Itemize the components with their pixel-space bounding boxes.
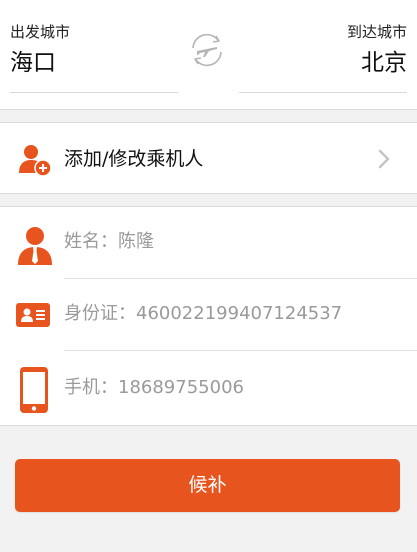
arrival-city[interactable]: 北京 [237, 48, 407, 78]
departure-underline [10, 92, 178, 93]
phone-icon [20, 367, 48, 413]
swap-cities-button[interactable] [187, 30, 227, 70]
chevron-right-icon [378, 149, 390, 169]
phone-field[interactable]: 手机：18689755006 [64, 375, 244, 401]
arrival-city-selector[interactable]: 到达城市 北京 [237, 22, 407, 78]
passenger-info-card: 姓名：陈隆 身份证：460022199407124537 手机：18689755… [0, 206, 417, 426]
row-divider [64, 350, 417, 351]
name-value: 陈隆 [118, 231, 154, 252]
add-passenger-icon [19, 145, 52, 177]
id-card-icon [16, 303, 50, 327]
phone-label: 手机： [64, 377, 118, 398]
id-row[interactable]: 身份证：460022199407124537 [0, 279, 417, 351]
name-label: 姓名： [64, 231, 118, 252]
departure-city-selector[interactable]: 出发城市 海口 [10, 22, 180, 78]
phone-row[interactable]: 手机：18689755006 [0, 353, 417, 425]
id-field[interactable]: 身份证：460022199407124537 [64, 301, 342, 327]
id-label: 身份证： [64, 303, 136, 324]
plane-swap-icon [192, 33, 222, 67]
route-card: 出发城市 海口 到达城市 北京 [0, 0, 417, 110]
name-field[interactable]: 姓名：陈隆 [64, 229, 154, 255]
add-passenger-row[interactable]: 添加/修改乘机人 [0, 122, 417, 194]
name-row[interactable]: 姓名：陈隆 [0, 207, 417, 279]
waitlist-button[interactable]: 候补 [15, 459, 400, 512]
arrival-label: 到达城市 [346, 23, 407, 41]
departure-label: 出发城市 [10, 23, 71, 41]
person-icon [18, 227, 52, 265]
id-value: 460022199407124537 [136, 303, 343, 324]
arrival-underline [239, 92, 407, 93]
phone-value: 18689755006 [118, 377, 244, 398]
departure-city[interactable]: 海口 [10, 48, 180, 78]
add-passenger-label: 添加/修改乘机人 [64, 148, 204, 170]
